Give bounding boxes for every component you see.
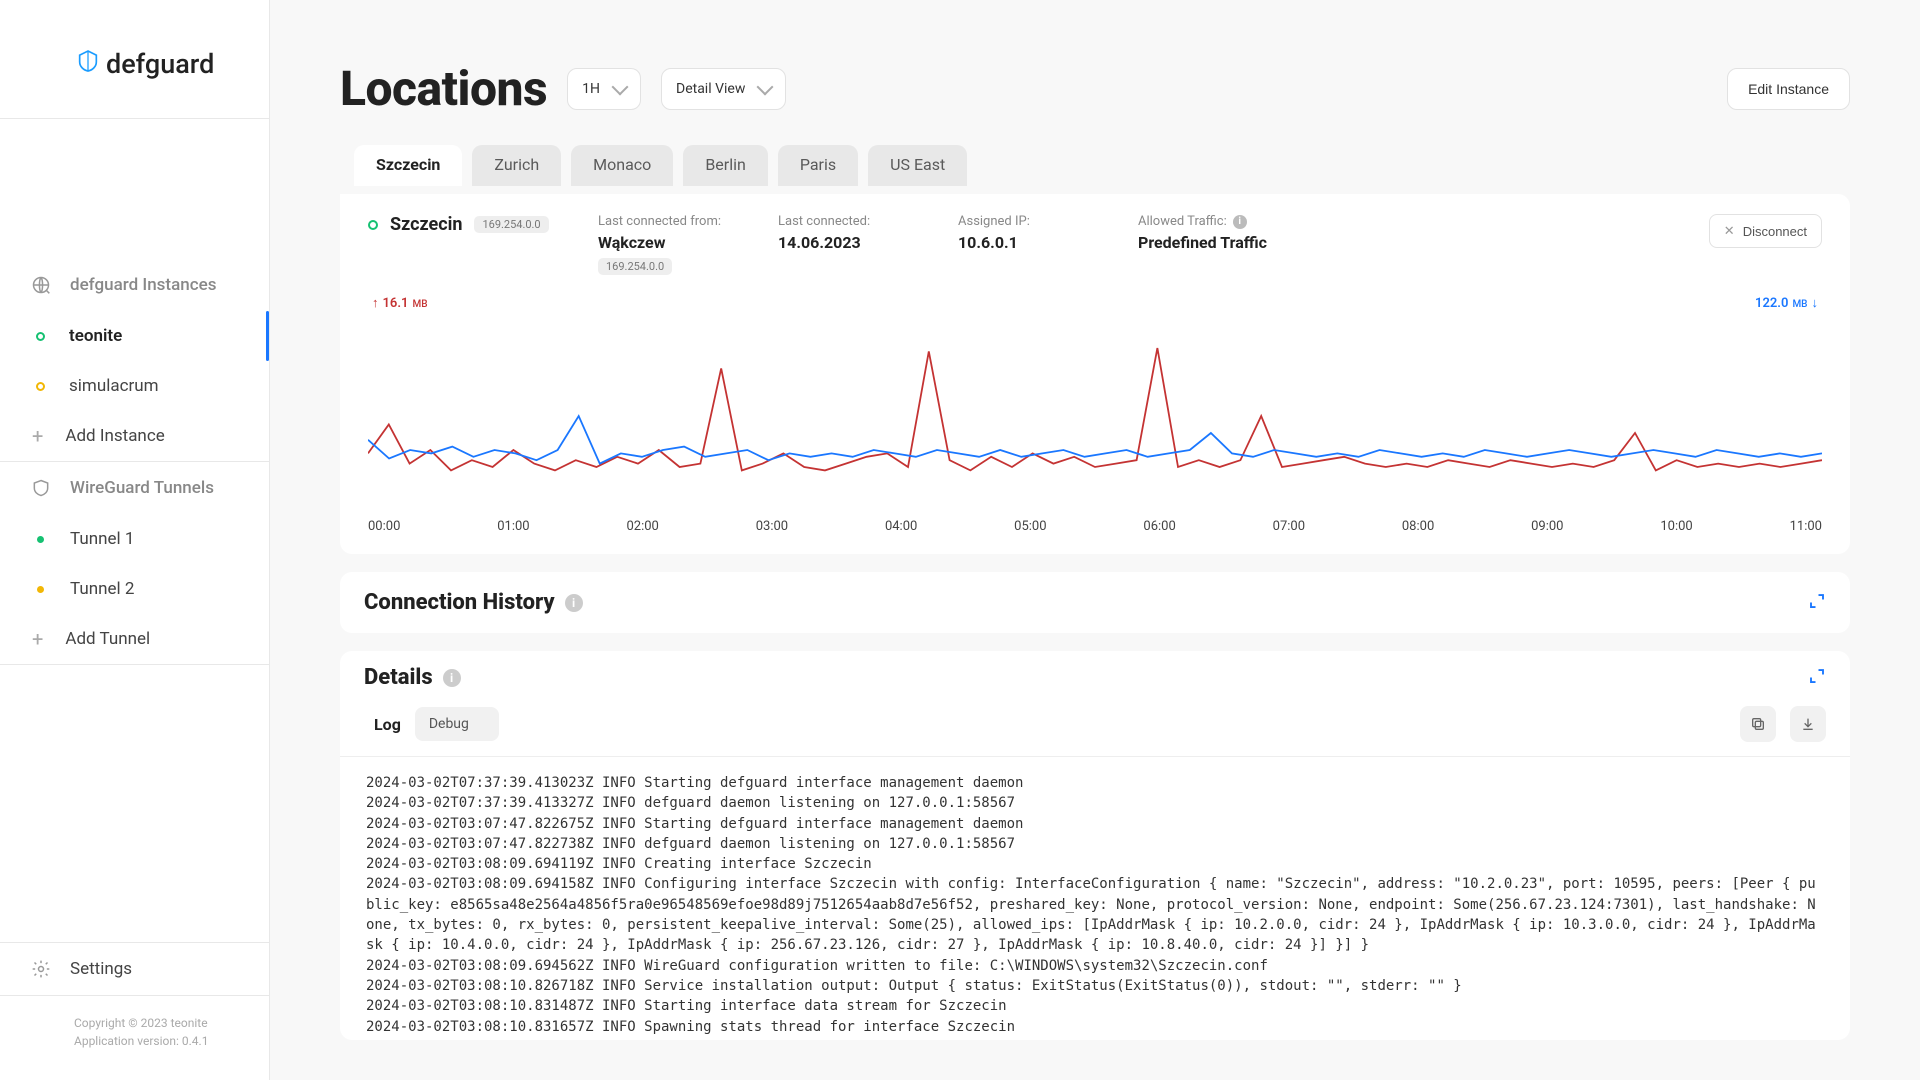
x-tick-label: 01:00 (497, 519, 529, 534)
details-card: Details i Log Debug 20 (340, 651, 1850, 1040)
allowed-traffic-col: Allowed Traffic: i Predefined Traffic (1138, 214, 1288, 252)
status-dot-icon (37, 586, 44, 593)
brand-logo: defguard (0, 0, 269, 119)
info-icon[interactable]: i (1233, 215, 1247, 229)
chevron-down-icon (612, 78, 629, 95)
x-tick-label: 03:00 (756, 519, 788, 534)
tab-location[interactable]: Szczecin (354, 145, 462, 186)
add-instance-button[interactable]: + Add Instance (0, 411, 269, 461)
x-tick-label: 07:00 (1273, 519, 1305, 534)
close-icon: ✕ (1724, 223, 1735, 239)
download-log-button[interactable] (1790, 706, 1826, 742)
location-ip-pill: 169.254.0.0 (474, 216, 548, 233)
status-dot-icon (36, 382, 45, 391)
page-title: Locations (340, 60, 547, 117)
x-tick-label: 00:00 (368, 519, 400, 534)
sidebar-item-tunnel[interactable]: Tunnel 2 (0, 564, 269, 614)
connection-history-card: Connection History i (340, 572, 1850, 633)
assigned-ip-col: Assigned IP: 10.6.0.1 (958, 214, 1108, 252)
sidebar-item-settings[interactable]: Settings (0, 943, 269, 995)
upload-stat: ↑ 16.1 MB (372, 295, 428, 311)
page-header: Locations 1H Detail View Edit Instance (340, 60, 1850, 117)
plus-icon: + (32, 426, 43, 446)
nav-tunnels-section: WireGuard Tunnels Tunnel 1Tunnel 2 + Add… (0, 462, 269, 665)
location-card: Szczecin 169.254.0.0 Last connected from… (340, 194, 1850, 554)
status-dot-icon (36, 332, 45, 341)
tab-location[interactable]: Berlin (683, 145, 768, 186)
location-name-block: Szczecin 169.254.0.0 (368, 214, 568, 235)
tab-location[interactable]: Monaco (571, 145, 673, 186)
nav-instances-header: defguard Instances (0, 259, 269, 311)
x-tick-label: 04:00 (885, 519, 917, 534)
expand-icon[interactable] (1808, 667, 1826, 689)
nav-instances-section: defguard Instances teonitesimulacrum + A… (0, 119, 269, 462)
logo-icon (78, 48, 98, 80)
log-toolbar: Log Debug (340, 696, 1850, 757)
sidebar-item-instance[interactable]: simulacrum (0, 361, 269, 411)
shield-icon (30, 477, 52, 499)
add-tunnel-button[interactable]: + Add Tunnel (0, 614, 269, 664)
last-from-col: Last connected from: Wąkczew 169.254.0.0 (598, 214, 748, 275)
info-icon[interactable]: i (565, 594, 583, 612)
chart-x-axis: 00:00 01:00 02:00 03:00 04:00 05:00 06:00 07:00… (368, 515, 1822, 534)
plus-icon: + (32, 629, 43, 649)
disconnect-button[interactable]: ✕ Disconnect (1709, 214, 1822, 248)
globe-icon (30, 274, 52, 296)
status-dot-icon (368, 220, 378, 230)
x-tick-label: 10:00 (1660, 519, 1692, 534)
sidebar-footer: Copyright © 2023 teonite Application ver… (0, 996, 269, 1080)
tab-location[interactable]: Zurich (472, 145, 561, 186)
status-dot-icon (37, 536, 44, 543)
traffic-legend: ↑ 16.1 MB 122.0 MB ↓ (368, 295, 1822, 311)
gear-icon (30, 958, 52, 980)
sidebar-item-tunnel[interactable]: Tunnel 1 (0, 514, 269, 564)
tab-location[interactable]: US East (868, 145, 967, 186)
timerange-select[interactable]: 1H (567, 68, 641, 110)
viewmode-select[interactable]: Detail View (661, 68, 786, 110)
arrow-up-icon: ↑ (372, 295, 379, 311)
edit-instance-button[interactable]: Edit Instance (1727, 68, 1850, 110)
log-label: Log (374, 715, 401, 734)
last-conn-col: Last connected: 14.06.2023 (778, 214, 928, 252)
log-output[interactable]: 2024-03-02T07:37:39.413023Z INFO Startin… (340, 757, 1850, 1040)
x-tick-label: 08:00 (1402, 519, 1434, 534)
x-tick-label: 09:00 (1531, 519, 1563, 534)
sidebar-item-instance[interactable]: teonite (0, 311, 269, 361)
main-content: Locations 1H Detail View Edit Instance S… (270, 0, 1920, 1080)
expand-icon[interactable] (1808, 592, 1826, 614)
x-tick-label: 06:00 (1143, 519, 1175, 534)
location-tabs: SzczecinZurichMonacoBerlinParisUS East (340, 145, 1850, 186)
chevron-down-icon (757, 78, 774, 95)
sidebar: defguard defguard Instances teonitesimul… (0, 0, 270, 1080)
copy-log-button[interactable] (1740, 706, 1776, 742)
log-level-select[interactable]: Debug (415, 707, 499, 741)
x-tick-label: 11:00 (1790, 519, 1822, 534)
nav-tunnels-header: WireGuard Tunnels (0, 462, 269, 514)
details-title: Details (364, 665, 433, 690)
download-stat: 122.0 MB ↓ (1755, 295, 1818, 311)
arrow-down-icon: ↓ (1812, 295, 1819, 311)
info-icon[interactable]: i (443, 669, 461, 687)
last-from-ip-pill: 169.254.0.0 (598, 258, 672, 275)
connection-history-title: Connection History (364, 590, 555, 615)
brand-text: defguard (106, 48, 214, 80)
traffic-chart (368, 331, 1822, 501)
nav-settings-section: Settings (0, 942, 269, 996)
x-tick-label: 02:00 (626, 519, 658, 534)
x-tick-label: 05:00 (1014, 519, 1046, 534)
location-name: Szczecin (390, 214, 462, 235)
tab-location[interactable]: Paris (778, 145, 858, 186)
